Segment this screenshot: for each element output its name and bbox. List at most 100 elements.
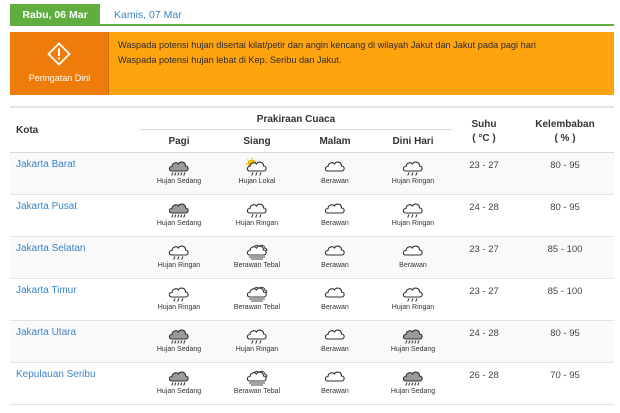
- cloud-icon: [324, 329, 345, 340]
- forecast-cell: Berawan Tebal: [218, 283, 296, 319]
- header-malam: Malam: [319, 136, 351, 147]
- forecast-cell: Berawan: [296, 199, 374, 235]
- forecast-cell: Berawan: [374, 241, 452, 277]
- header-forecast: Prakiraan Cuaca: [256, 114, 336, 125]
- forecast-cell: Hujan Ringan: [374, 157, 452, 193]
- weather-label: Berawan: [321, 304, 349, 311]
- early-warning-banner: Peringatan Dini Waspada potensi hujan di…: [10, 32, 614, 95]
- forecast-cell: Hujan Lokal: [218, 157, 296, 193]
- header-humidity-label: Kelembaban: [535, 119, 595, 130]
- cloud-icon: [324, 245, 345, 256]
- weather-label: Hujan Ringan: [235, 220, 279, 227]
- header-pagi: Pagi: [168, 136, 190, 147]
- forecast-cell: Berawan: [296, 325, 374, 361]
- table-row: Jakarta Pusat Hujan Sedang Hujan Ringan Ber…: [10, 195, 614, 237]
- header-dini-hari: Dini Hari: [392, 136, 434, 147]
- temp-range: 23 - 27: [469, 286, 499, 297]
- heavy-rain-icon: [168, 161, 189, 176]
- header-city: Kota: [16, 125, 39, 136]
- city-link[interactable]: Kepulauan Seribu: [16, 369, 96, 380]
- header-temp: Suhu ( °C ): [452, 118, 516, 146]
- cloud-icon: [324, 203, 345, 214]
- temp-range: 23 - 27: [469, 160, 499, 171]
- forecast-cell: Hujan Sedang: [140, 157, 218, 193]
- city-link[interactable]: Jakarta Timur: [16, 285, 77, 296]
- date-tabs: Rabu, 06 Mar Kamis, 07 Mar: [10, 4, 614, 26]
- heavy-rain-icon: [168, 329, 189, 344]
- weather-label: Berawan Tebal: [233, 304, 281, 311]
- forecast-cell: Hujan Sedang: [140, 199, 218, 235]
- forecast-cell: Hujan Ringan: [140, 241, 218, 277]
- weather-label: Hujan Sedang: [390, 388, 436, 395]
- tab-rabu[interactable]: Rabu, 06 Mar: [10, 4, 100, 26]
- forecast-cell: Hujan Sedang: [374, 367, 452, 403]
- heavy-rain-icon: [402, 329, 423, 344]
- heavy-rain-icon: [168, 371, 189, 386]
- sun-rain-icon: [245, 157, 267, 176]
- warning-line: Waspada potensi hujan disertai kilat/pet…: [118, 40, 536, 50]
- forecast-cell: Hujan Ringan: [218, 325, 296, 361]
- weather-label: Hujan Sedang: [390, 346, 436, 353]
- cloud-icon: [324, 371, 345, 382]
- city-link[interactable]: Jakarta Pusat: [16, 201, 77, 212]
- table-row: Kepulauan Seribu Hujan Sedang Berawan Teba…: [10, 363, 614, 405]
- city-link[interactable]: Jakarta Utara: [16, 327, 76, 338]
- city-link[interactable]: Jakarta Selatan: [16, 243, 86, 254]
- weather-label: Hujan Ringan: [157, 262, 201, 269]
- weather-label: Hujan Ringan: [157, 304, 201, 311]
- forecast-cell: Berawan: [296, 157, 374, 193]
- forecast-cell: Berawan Tebal: [218, 367, 296, 403]
- temp-range: 24 - 28: [469, 202, 499, 213]
- weather-label: Berawan: [399, 262, 427, 269]
- humidity-range: 80 - 95: [550, 202, 580, 213]
- header-divider: [140, 129, 452, 130]
- humidity-range: 80 - 95: [550, 328, 580, 339]
- forecast-rows: Jakarta Barat Hujan Sedang Hujan Lokal Bera…: [10, 153, 614, 405]
- warning-icon: [47, 42, 71, 66]
- weather-label: Hujan Ringan: [391, 304, 435, 311]
- header-humidity-unit: ( % ): [554, 133, 576, 144]
- overcast-icon: [246, 286, 268, 302]
- light-rain-icon: [402, 203, 423, 218]
- temp-range: 23 - 27: [469, 244, 499, 255]
- weather-label: Berawan: [321, 262, 349, 269]
- table-row: Jakarta Barat Hujan Sedang Hujan Lokal Bera…: [10, 153, 614, 195]
- cloud-icon: [324, 287, 345, 298]
- weather-label: Hujan Sedang: [156, 178, 202, 185]
- weather-label: Berawan Tebal: [233, 388, 281, 395]
- weather-label: Hujan Sedang: [156, 220, 202, 227]
- table-row: Jakarta Selatan Hujan Ringan Berawan Tebal…: [10, 237, 614, 279]
- forecast-cell: Hujan Ringan: [218, 199, 296, 235]
- humidity-range: 80 - 95: [550, 160, 580, 171]
- temp-range: 26 - 28: [469, 370, 499, 381]
- weather-label: Hujan Lokal: [238, 178, 276, 185]
- warning-line: Waspada potensi hujan lebat di Kep. Seri…: [118, 55, 342, 65]
- forecast-cell: Berawan: [296, 241, 374, 277]
- humidity-range: 70 - 95: [550, 370, 580, 381]
- forecast-cell: Berawan: [296, 367, 374, 403]
- light-rain-icon: [168, 287, 189, 302]
- light-rain-icon: [402, 161, 423, 176]
- forecast-cell: Hujan Ringan: [374, 283, 452, 319]
- heavy-rain-icon: [168, 203, 189, 218]
- forecast-cell: Hujan Sedang: [374, 325, 452, 361]
- forecast-cell: Hujan Sedang: [140, 367, 218, 403]
- table-row: Jakarta Utara Hujan Sedang Hujan Ringan Ber…: [10, 321, 614, 363]
- early-warning-badge: Peringatan Dini: [10, 32, 109, 95]
- tab-kamis[interactable]: Kamis, 07 Mar: [114, 4, 182, 26]
- weather-label: Berawan: [321, 388, 349, 395]
- temp-range: 24 - 28: [469, 328, 499, 339]
- weather-label: Berawan: [321, 220, 349, 227]
- light-rain-icon: [168, 245, 189, 260]
- weather-label: Hujan Sedang: [156, 346, 202, 353]
- light-rain-icon: [402, 287, 423, 302]
- header-siang: Siang: [243, 136, 271, 147]
- humidity-range: 85 - 100: [547, 286, 583, 297]
- overcast-icon: [246, 370, 268, 386]
- weather-label: Berawan Tebal: [233, 262, 281, 269]
- weather-label: Hujan Ringan: [391, 220, 435, 227]
- header-temp-unit: ( °C ): [472, 133, 496, 144]
- light-rain-icon: [246, 329, 267, 344]
- early-warning-text: Waspada potensi hujan disertai kilat/pet…: [118, 38, 608, 68]
- city-link[interactable]: Jakarta Barat: [16, 159, 75, 170]
